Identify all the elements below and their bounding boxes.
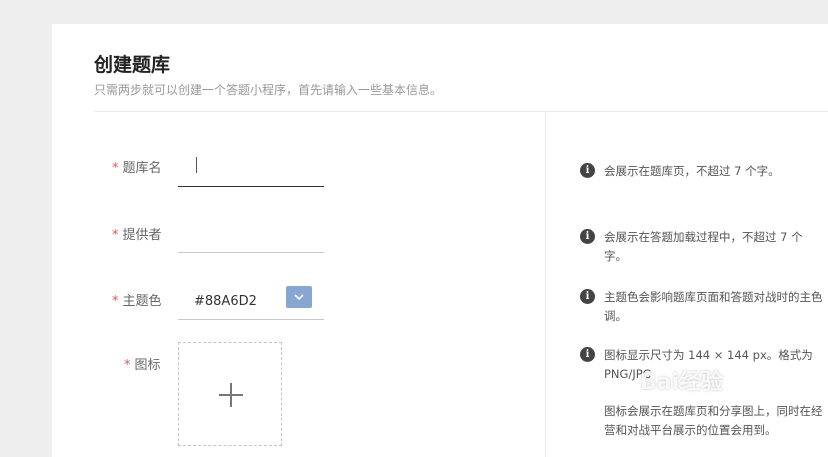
required-mark: * [112,161,119,176]
info-icon: i [580,163,595,178]
provider-input[interactable] [178,221,324,253]
info-icon: i [580,347,595,362]
required-mark: * [112,228,119,243]
text-cursor [196,157,197,173]
name-hint-text: 会展示在题库页，不超过 7 个字。 [604,164,780,178]
theme-color-label: * 主题色 [112,290,162,309]
page-title: 创建题库 [94,54,171,76]
chevron-down-icon [294,294,304,300]
theme-color-picker[interactable]: #88A6D2 [178,286,324,320]
required-mark: * [112,294,119,309]
info-icon: i [580,289,595,304]
icon-upload-box[interactable] [178,342,282,446]
page-subtitle: 只需两步就可以创建一个答题小程序，首先请输入一些基本信息。 [94,83,443,97]
name-label: * 题库名 [112,157,162,176]
required-mark: * [124,358,131,373]
column-divider [545,112,546,457]
icon-label-text: 图标 [134,358,161,373]
provider-label: * 提供者 [112,224,162,243]
theme-color-value: #88A6D2 [194,294,257,309]
info-icon: i [580,229,595,244]
watermark-logo: Bai经验 [640,370,724,395]
color-swatch-dropdown[interactable] [286,286,312,308]
name-label-text: 题库名 [122,161,162,176]
theme-label-text: 主题色 [122,294,162,309]
theme-hint-text: 主题色会影响题库页面和答题对战时的主色调。 [604,290,823,323]
provider-label-text: 提供者 [122,228,162,243]
icon-hint-extra: 图标会展示在题库页和分享图上，同时在经营和对战平台展示的位置会用到。 [604,404,823,437]
provider-hint-text: 会展示在答题加载过程中，不超过 7 个字。 [604,230,803,263]
icon-label: * 图标 [124,354,161,373]
header-divider [94,111,828,112]
bank-name-input[interactable] [178,155,324,187]
